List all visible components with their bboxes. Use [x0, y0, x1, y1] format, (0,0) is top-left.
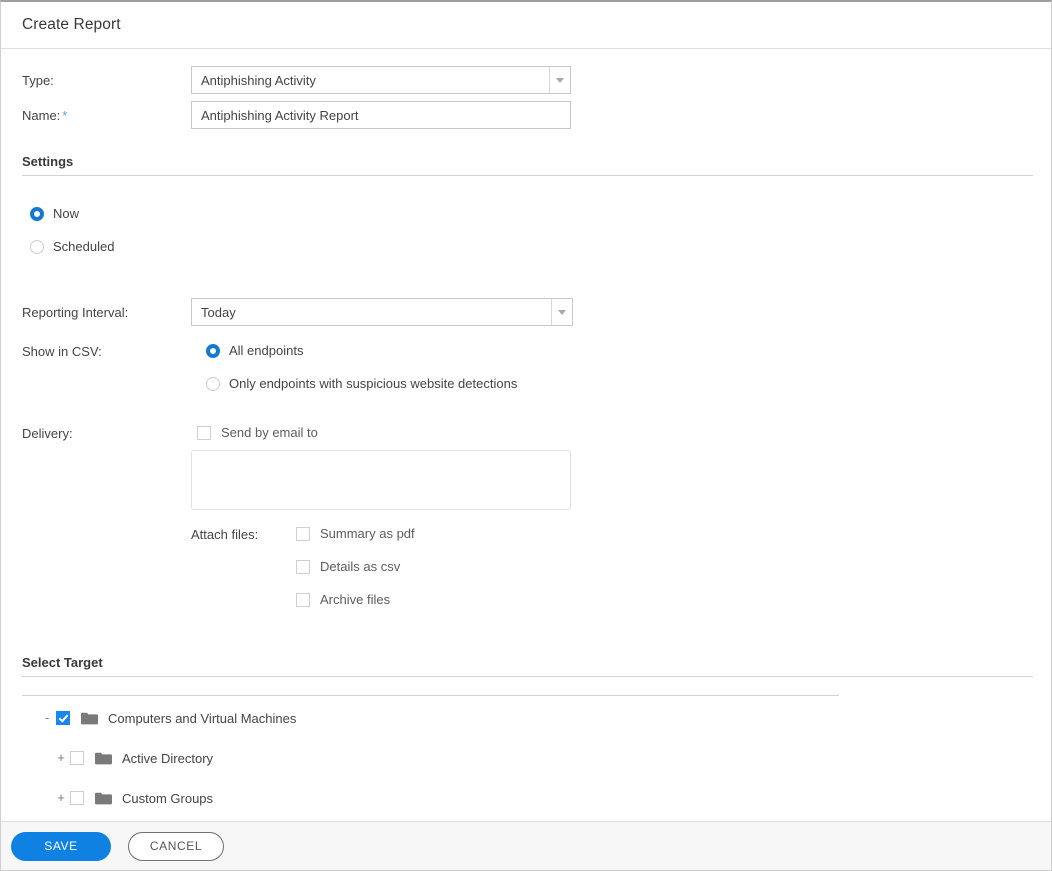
- name-input[interactable]: [191, 101, 571, 129]
- attach-summary-pdf-label: Summary as pdf: [320, 526, 415, 541]
- type-row: Type: Antiphishing Activity: [1, 66, 1051, 94]
- name-label: Name: *: [22, 108, 191, 123]
- radio-all-endpoints-icon[interactable]: [206, 343, 220, 358]
- csv-option-suspicious-only-label: Only endpoints with suspicious website d…: [229, 376, 518, 391]
- folder-icon: [81, 712, 98, 725]
- schedule-radio-group: Now Scheduled: [1, 206, 1051, 254]
- radio-now-icon[interactable]: [30, 206, 44, 221]
- select-target-title: Select Target: [22, 655, 103, 670]
- tree-node-active-directory[interactable]: + Active Directory: [55, 746, 1051, 770]
- show-in-csv-options: All endpoints Only endpoints with suspic…: [191, 343, 517, 391]
- type-label: Type:: [22, 72, 54, 88]
- tree-collapse-icon[interactable]: -: [41, 711, 53, 724]
- tree-expand-icon[interactable]: +: [55, 751, 67, 764]
- send-by-email-label: Send by email to: [221, 425, 318, 440]
- attach-summary-pdf-row[interactable]: Summary as pdf: [296, 526, 415, 541]
- schedule-option-scheduled-label: Scheduled: [53, 239, 115, 254]
- radio-suspicious-only-icon[interactable]: [206, 376, 220, 391]
- attach-archive-files-row[interactable]: Archive files: [296, 592, 415, 607]
- reporting-interval-value: Today: [201, 304, 236, 320]
- tree-label-computers-and-virtual-machines: Computers and Virtual Machines: [108, 710, 297, 726]
- settings-title: Settings: [22, 154, 74, 169]
- tree-checkbox-custom-groups[interactable]: [70, 791, 84, 805]
- tree-node-computers-and-virtual-machines[interactable]: - Computers and Virtual Machines: [41, 706, 1051, 730]
- reporting-interval-label: Reporting Interval:: [22, 304, 129, 320]
- send-by-email-row[interactable]: Send by email to: [191, 425, 571, 440]
- tree-label-active-directory: Active Directory: [122, 750, 214, 766]
- folder-icon: [95, 792, 112, 805]
- select-target-section: Select Target: [1, 655, 1051, 677]
- type-select-toggle[interactable]: [549, 67, 570, 93]
- tree-node-custom-groups[interactable]: + Custom Groups: [55, 786, 1051, 810]
- reporting-interval-row: Reporting Interval: Today: [1, 298, 1051, 326]
- email-recipients-input[interactable]: [191, 450, 571, 510]
- reporting-interval-select[interactable]: Today: [191, 298, 573, 326]
- show-in-csv-row: Show in CSV: All endpoints Only endpoint…: [1, 343, 1051, 391]
- settings-section: Settings: [1, 154, 1051, 176]
- attach-files-row: Attach files: Summary as pdf Details as …: [191, 526, 571, 607]
- dialog-footer: SAVE CANCEL: [1, 821, 1051, 870]
- chevron-down-icon: [558, 309, 566, 315]
- folder-icon: [95, 752, 112, 765]
- delivery-label: Delivery:: [22, 426, 73, 441]
- csv-option-all-endpoints-label: All endpoints: [229, 343, 304, 358]
- schedule-option-now-label: Now: [53, 206, 80, 221]
- name-label-text: Name:: [22, 107, 61, 123]
- name-row: Name: *: [1, 101, 1051, 129]
- type-select-value: Antiphishing Activity: [201, 72, 316, 88]
- cancel-button[interactable]: CANCEL: [128, 831, 224, 861]
- attach-archive-files-label: Archive files: [320, 592, 391, 607]
- type-select[interactable]: Antiphishing Activity: [191, 66, 571, 94]
- save-button[interactable]: SAVE: [11, 831, 111, 861]
- target-tree-area: - Computers and Virtual Machines + Activ…: [1, 695, 1051, 810]
- create-report-dialog: Create Report Type: Antiphishing Activit…: [0, 0, 1052, 871]
- delivery-row: Delivery: Send by email to Attach files:…: [1, 425, 1051, 607]
- delivery-controls: Send by email to Attach files: Summary a…: [191, 425, 571, 607]
- tree-label-custom-groups: Custom Groups: [122, 790, 214, 806]
- dialog-body: Type: Antiphishing Activity Name:* Setti…: [1, 49, 1051, 831]
- settings-divider: [22, 175, 1033, 176]
- csv-option-suspicious-only[interactable]: Only endpoints with suspicious website d…: [206, 376, 517, 391]
- show-in-csv-label: Show in CSV:: [22, 344, 102, 359]
- attach-files-options: Summary as pdf Details as csv Archive fi…: [296, 526, 415, 607]
- attach-details-csv-checkbox[interactable]: [296, 559, 310, 574]
- csv-option-all-endpoints[interactable]: All endpoints: [206, 343, 517, 358]
- tree-checkbox-computers-and-virtual-machines[interactable]: [56, 711, 70, 725]
- target-tree: - Computers and Virtual Machines + Activ…: [1, 696, 1051, 810]
- attach-details-csv-row[interactable]: Details as csv: [296, 559, 415, 574]
- required-asterisk: *: [62, 107, 68, 123]
- attach-files-label: Attach files:: [191, 527, 259, 542]
- select-target-divider: [22, 676, 1033, 677]
- schedule-option-scheduled[interactable]: Scheduled: [30, 239, 1051, 254]
- reporting-interval-toggle[interactable]: [551, 299, 572, 325]
- tree-expand-icon[interactable]: +: [55, 791, 67, 804]
- dialog-header: Create Report: [1, 2, 1051, 49]
- tree-checkbox-active-directory[interactable]: [70, 751, 84, 765]
- attach-summary-pdf-checkbox[interactable]: [296, 526, 310, 541]
- chevron-down-icon: [556, 77, 564, 83]
- send-by-email-checkbox[interactable]: [197, 425, 211, 440]
- schedule-option-now[interactable]: Now: [30, 206, 1051, 221]
- page-title: Create Report: [22, 16, 121, 33]
- radio-scheduled-icon[interactable]: [30, 239, 44, 254]
- attach-archive-files-checkbox[interactable]: [296, 592, 310, 607]
- attach-details-csv-label: Details as csv: [320, 559, 401, 574]
